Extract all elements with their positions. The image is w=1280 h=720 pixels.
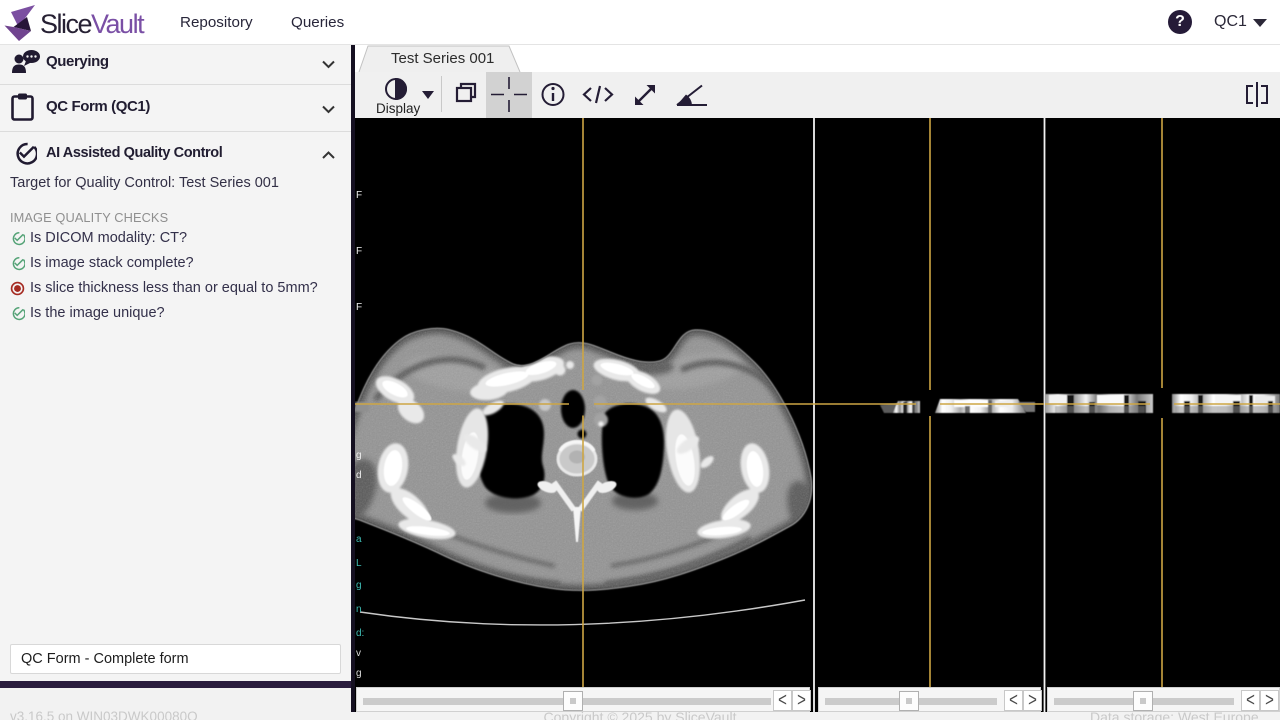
svg-text:d: d	[356, 470, 362, 481]
svg-text:L: L	[356, 558, 362, 569]
svg-text:g: g	[356, 580, 362, 591]
svg-text:F: F	[356, 246, 362, 257]
svg-text:d:: d:	[356, 628, 364, 639]
svg-text:a: a	[356, 534, 362, 545]
svg-text:n: n	[356, 604, 362, 615]
svg-text:g: g	[356, 668, 362, 679]
svg-text:F: F	[356, 302, 362, 313]
svg-text:v: v	[356, 648, 361, 659]
svg-text:F: F	[356, 190, 362, 201]
svg-text:g: g	[356, 450, 362, 461]
